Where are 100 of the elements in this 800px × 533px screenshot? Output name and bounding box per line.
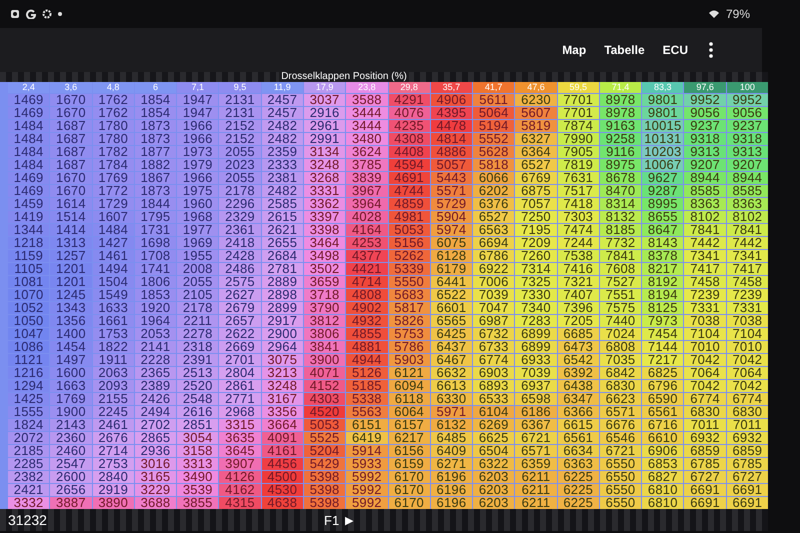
table-cell: 7042	[684, 380, 726, 392]
table-cell: 9952	[684, 94, 726, 106]
table-cell: 2917	[262, 315, 303, 327]
table-cell: 2621	[262, 224, 303, 236]
table-cell: 7341	[726, 250, 768, 262]
table-cell: 2381	[262, 172, 303, 184]
table-cell: 7039	[515, 367, 557, 379]
table-cell: 2889	[262, 276, 303, 288]
table-cell: 3480	[346, 133, 388, 145]
table-cell: 3331	[304, 185, 346, 197]
table-cell: 6830	[726, 406, 768, 418]
table-cell: 7417	[684, 263, 726, 275]
table-cell: 6527	[515, 159, 557, 171]
table-cell: 6064	[388, 406, 430, 418]
table-cell: 6716	[642, 419, 684, 431]
column-header: 59,5	[558, 82, 599, 93]
table-cell: 5819	[515, 120, 557, 132]
play-arrow[interactable]: ▶	[345, 514, 354, 526]
table-cell: 1772	[92, 185, 134, 197]
table-cell: 7458	[684, 276, 726, 288]
menu-tab[interactable]: Tabelle	[598, 39, 651, 61]
table-cell: 1911	[92, 354, 134, 366]
table-cell: 5057	[430, 159, 472, 171]
table-cell: 10067	[642, 159, 684, 171]
table-cell: 6727	[726, 471, 768, 483]
table-cell: 5611	[473, 94, 514, 106]
table-cell: 7195	[515, 224, 557, 236]
table-cell: 7874	[558, 120, 599, 132]
table-cell: 6550	[600, 497, 642, 509]
table-cell: 1968	[177, 211, 218, 223]
wifi-icon	[708, 9, 720, 19]
table-cell: 4028	[346, 211, 388, 223]
table-cell: 7144	[642, 341, 684, 353]
menu-tab[interactable]: ECU	[656, 39, 694, 61]
table-cell: 2753	[92, 458, 134, 470]
table-cell: 1854	[134, 94, 176, 106]
table-cell: 4744	[388, 185, 430, 197]
table-cell: 2616	[177, 406, 218, 418]
table-cell: 6774	[726, 393, 768, 405]
table-cell: 6933	[515, 354, 557, 366]
column-header: 3,6	[50, 82, 92, 93]
table-cell: 3688	[134, 497, 176, 509]
column-header: 100	[726, 82, 768, 93]
table-cell: 4944	[346, 354, 388, 366]
table-cell: 2333	[262, 159, 303, 171]
table-cell: 7396	[558, 302, 599, 314]
table-cell: 6571	[600, 406, 642, 418]
table-cell: 7104	[684, 328, 726, 340]
table-cell: 2585	[262, 198, 303, 210]
table-cell: 7011	[684, 419, 726, 431]
table-cell: 8217	[642, 263, 684, 275]
table-cell: 6563	[473, 224, 514, 236]
column-header: 41,7	[473, 82, 514, 93]
table-cell: 4855	[346, 328, 388, 340]
table-cell: 1979	[177, 159, 218, 171]
table-cell: 8585	[684, 185, 726, 197]
table-cell: 8192	[642, 276, 684, 288]
table-cell: 2684	[262, 250, 303, 262]
table-cell: 8132	[600, 211, 642, 223]
column-header: 17,9	[304, 82, 346, 93]
table-cell: 6774	[684, 393, 726, 405]
table-cell: 3464	[304, 237, 346, 249]
table-cell: 1121	[8, 354, 50, 366]
table-cell: 6561	[642, 406, 684, 418]
table-cell: 6987	[473, 315, 514, 327]
table-cell: 2655	[262, 237, 303, 249]
table-cell: 2548	[177, 393, 218, 405]
table-cell: 3248	[262, 380, 303, 392]
table-cell: 6170	[388, 497, 430, 509]
table-cell: 7314	[515, 263, 557, 275]
table-cell: 6075	[430, 237, 472, 249]
table-cell: 3664	[262, 419, 303, 431]
table-cell: 2520	[177, 380, 218, 392]
table-cell: 7990	[558, 133, 599, 145]
table-cell: 1964	[134, 315, 176, 327]
table-cell: 6179	[430, 263, 472, 275]
table-cell: 6094	[388, 380, 430, 392]
table-cell: 7631	[558, 172, 599, 184]
table-cell: 5971	[430, 406, 472, 418]
table-cell: 1729	[92, 198, 134, 210]
table-cell: 2318	[177, 341, 218, 353]
table-cell: 6691	[726, 497, 768, 509]
table-cell: 1494	[92, 263, 134, 275]
table-cell: 6634	[558, 445, 599, 457]
menu-tab[interactable]: Map	[556, 39, 592, 61]
table-cell: 6932	[726, 432, 768, 444]
table-cell: 3588	[346, 94, 388, 106]
table-cell: 6796	[642, 380, 684, 392]
table-cell: 6613	[430, 380, 472, 392]
table-cell: 6186	[515, 406, 557, 418]
table-cell: 1960	[177, 198, 218, 210]
table-cell: 1955	[177, 250, 218, 262]
table-cell: 1900	[50, 406, 92, 418]
table-cell: 6330	[430, 393, 472, 405]
table-cell: 9056	[684, 107, 726, 119]
table-cell: 1257	[50, 250, 92, 262]
table-cell: 5126	[346, 367, 388, 379]
table-cell: 5992	[346, 484, 388, 496]
table-cell: 6376	[473, 198, 514, 210]
overflow-menu-icon[interactable]	[708, 42, 714, 58]
